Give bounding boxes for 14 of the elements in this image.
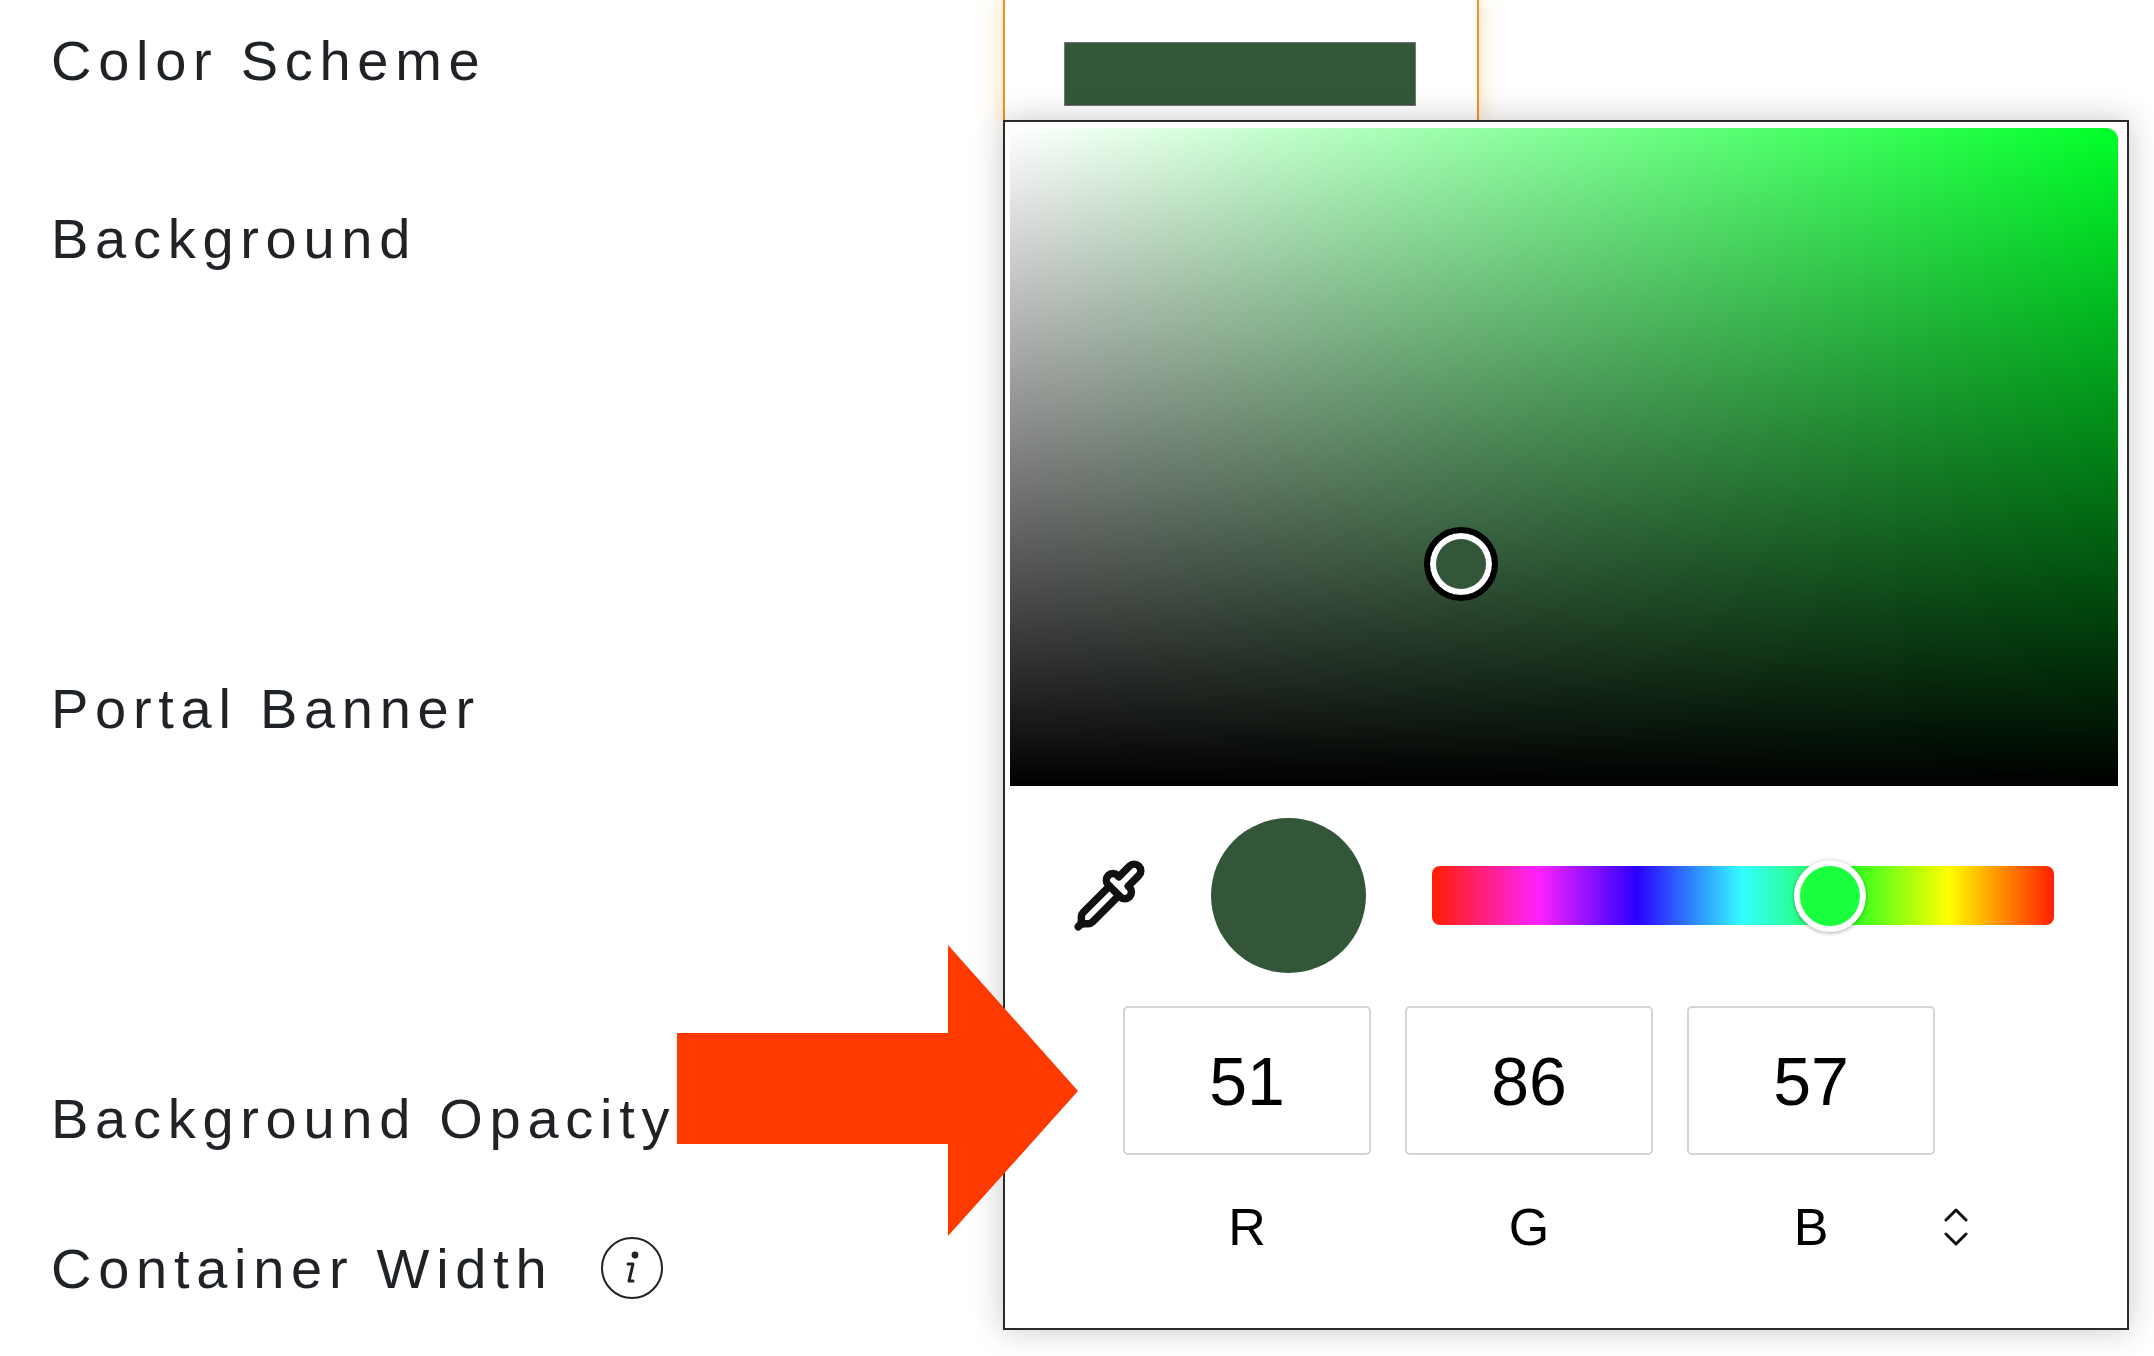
- rgb-value-field[interactable]: 86: [1405, 1006, 1653, 1155]
- setting-label: Portal Banner: [51, 680, 481, 737]
- chevrons-up-down-icon[interactable]: [1944, 1208, 1968, 1246]
- rgb-value-field[interactable]: 57: [1687, 1006, 1935, 1155]
- color-scheme-button[interactable]: [1003, 0, 1479, 122]
- rgb-value-field[interactable]: 51: [1123, 1006, 1371, 1155]
- channel-label: B: [1793, 1197, 1829, 1257]
- saturation-field[interactable]: [1010, 128, 2118, 786]
- channel-label: G: [1508, 1197, 1550, 1257]
- channel-label: R: [1228, 1197, 1266, 1257]
- info-icon[interactable]: [601, 1237, 664, 1299]
- eyedropper-icon[interactable]: [1072, 858, 1147, 933]
- setting-label: Container Width: [51, 1239, 554, 1297]
- setting-label: Color Scheme: [51, 32, 487, 89]
